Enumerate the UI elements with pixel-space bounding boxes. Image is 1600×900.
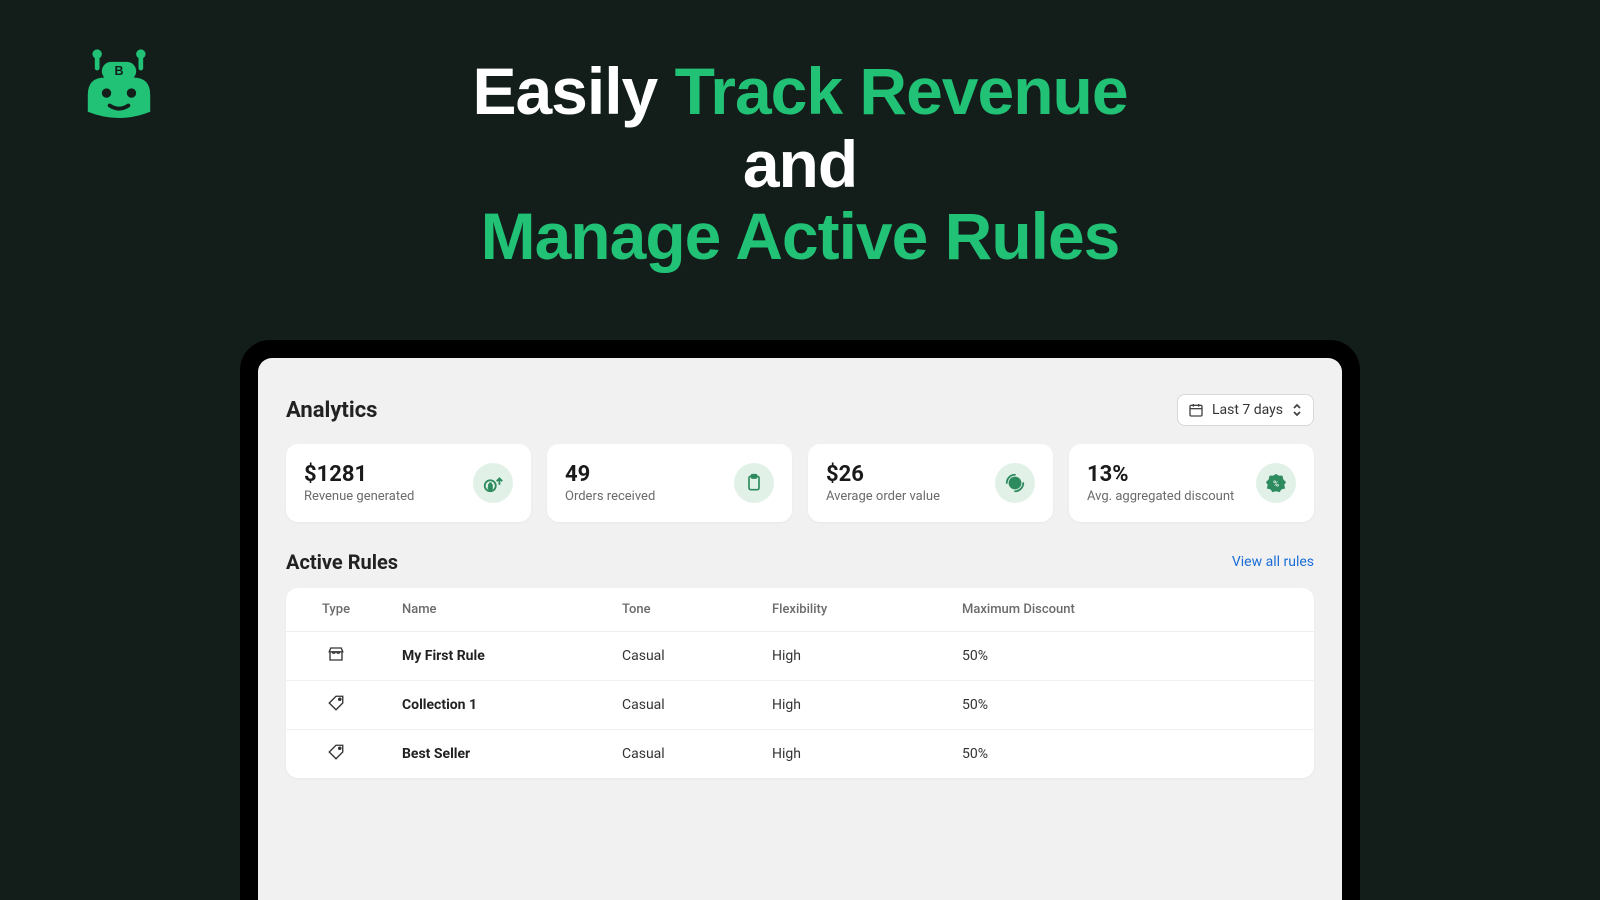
percent-badge-icon: %	[1256, 463, 1296, 503]
rule-max-discount: 50%	[946, 632, 1314, 681]
col-name: Name	[386, 588, 606, 632]
rule-name: My First Rule	[386, 632, 606, 681]
col-tone: Tone	[606, 588, 756, 632]
rule-tone: Casual	[606, 730, 756, 779]
rule-max-discount: 50%	[946, 730, 1314, 779]
stat-label: Revenue generated	[304, 489, 414, 504]
headline-accent: Manage Active Rules	[481, 199, 1120, 273]
store-icon	[286, 632, 386, 681]
svg-text:$: $	[1013, 480, 1017, 489]
app-screen: Analytics Last 7 days $1281 R	[258, 358, 1342, 900]
stat-revenue: $1281 Revenue generated $	[286, 444, 531, 522]
table-row[interactable]: Best Seller Casual High 50%	[286, 730, 1314, 779]
clipboard-icon	[734, 463, 774, 503]
col-flexibility: Flexibility	[756, 588, 946, 632]
rule-tone: Casual	[606, 681, 756, 730]
dollar-circle-icon: $	[995, 463, 1035, 503]
rule-flexibility: High	[756, 730, 946, 779]
stat-value: 49	[565, 462, 655, 487]
analytics-title: Analytics	[286, 398, 377, 423]
marketing-headline: Easily Track Revenue and Manage Active R…	[0, 55, 1600, 273]
rule-flexibility: High	[756, 681, 946, 730]
stat-label: Avg. aggregated discount	[1087, 489, 1234, 504]
stat-orders: 49 Orders received	[547, 444, 792, 522]
rules-table: Type Name Tone Flexibility Maximum Disco…	[286, 588, 1314, 778]
rule-tone: Casual	[606, 632, 756, 681]
stats-grid: $1281 Revenue generated $ 49 Orders rece…	[286, 444, 1314, 522]
table-row[interactable]: My First Rule Casual High 50%	[286, 632, 1314, 681]
tablet-frame: Analytics Last 7 days $1281 R	[240, 340, 1360, 900]
money-up-icon: $	[473, 463, 513, 503]
stat-discount: 13% Avg. aggregated discount %	[1069, 444, 1314, 522]
date-range-label: Last 7 days	[1212, 402, 1283, 418]
rule-flexibility: High	[756, 632, 946, 681]
rules-title: Active Rules	[286, 550, 398, 574]
rule-max-discount: 50%	[946, 681, 1314, 730]
rule-name: Best Seller	[386, 730, 606, 779]
col-max-discount: Maximum Discount	[946, 588, 1314, 632]
stat-label: Average order value	[826, 489, 940, 504]
headline-text: and	[743, 127, 857, 201]
tag-icon	[286, 730, 386, 779]
rule-name: Collection 1	[386, 681, 606, 730]
tag-icon	[286, 681, 386, 730]
sort-icon	[1291, 403, 1303, 417]
table-row[interactable]: Collection 1 Casual High 50%	[286, 681, 1314, 730]
svg-text:$: $	[488, 482, 492, 491]
headline-accent: Track Revenue	[675, 54, 1128, 128]
date-range-picker[interactable]: Last 7 days	[1177, 394, 1314, 426]
calendar-icon	[1188, 402, 1204, 418]
col-type: Type	[286, 588, 386, 632]
table-header-row: Type Name Tone Flexibility Maximum Disco…	[286, 588, 1314, 632]
headline-text: Easily	[472, 54, 674, 128]
svg-text:%: %	[1273, 480, 1279, 490]
stat-value: $1281	[304, 462, 414, 487]
stat-value: $26	[826, 462, 940, 487]
stat-value: 13%	[1087, 462, 1234, 487]
stat-label: Orders received	[565, 489, 655, 504]
view-all-rules-link[interactable]: View all rules	[1232, 554, 1314, 570]
stat-aov: $26 Average order value $	[808, 444, 1053, 522]
